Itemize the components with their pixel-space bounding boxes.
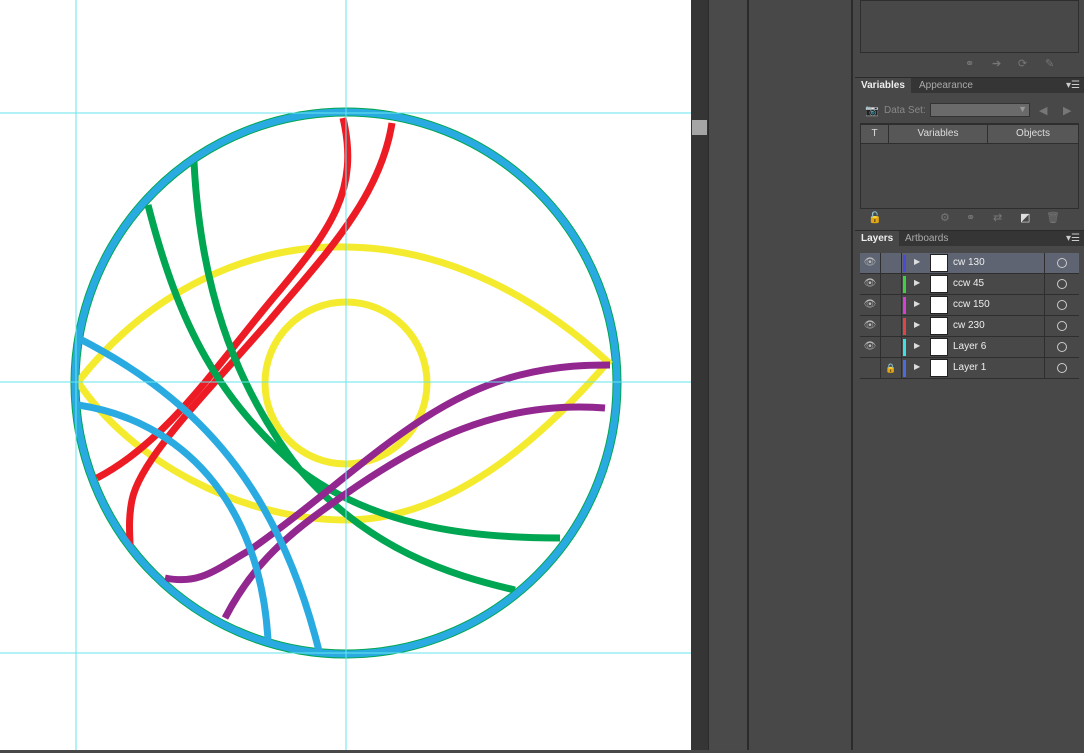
scrollbar-thumb[interactable] [692, 120, 707, 135]
layer-color [903, 276, 906, 293]
layer-color [903, 255, 906, 272]
link-icon[interactable]: ⚭ [965, 57, 974, 70]
layer-thumbnail [930, 338, 948, 356]
lock-icon[interactable]: 🔓 [868, 211, 882, 224]
target-button[interactable] [1044, 295, 1079, 316]
expand-arrow-icon[interactable]: ▶ [914, 341, 920, 350]
data-set-label: Data Set: [884, 105, 926, 116]
delete-icon[interactable]: 🗑 [1046, 211, 1060, 224]
visibility-toggle[interactable]: 👁 [860, 295, 881, 316]
layer-row[interactable]: 👁 ▶ cw 130 [860, 253, 1079, 274]
expand-arrow-icon[interactable]: ▶ [914, 320, 920, 329]
layer-thumbnail [930, 254, 948, 272]
red-stroke-2 [126, 122, 396, 546]
layer-color [903, 360, 906, 377]
layer-thumbnail [930, 359, 948, 377]
target-button[interactable] [1044, 337, 1079, 358]
collapsed-panel-dock [708, 0, 749, 750]
expand-arrow-icon[interactable]: ▶ [914, 362, 920, 371]
layer-thumbnail [930, 296, 948, 314]
data-set-select[interactable]: ▼ [930, 103, 1030, 117]
layer-name[interactable]: Layer 1 [953, 362, 986, 373]
lock-toggle[interactable]: 🔒 [881, 358, 902, 379]
layer-row[interactable]: 👁 ▶ ccw 150 [860, 295, 1079, 316]
artboard-canvas[interactable] [0, 0, 691, 750]
tab-variables[interactable]: Variables [855, 78, 911, 94]
variables-tabbar: Variables Appearance ▾☰ [855, 77, 1084, 94]
column-type[interactable]: T [860, 124, 889, 144]
target-circle-icon [1057, 342, 1067, 352]
visibility-toggle[interactable] [860, 358, 881, 379]
layer-name[interactable]: cw 230 [953, 320, 985, 331]
column-objects[interactable]: Objects [987, 124, 1079, 144]
target-circle-icon [1057, 279, 1067, 289]
guides [0, 0, 691, 750]
chevron-down-icon: ▼ [1018, 104, 1027, 114]
lock-toggle[interactable] [881, 295, 902, 316]
layer-row[interactable]: 🔒 ▶ Layer 1 [860, 358, 1079, 379]
column-variables[interactable]: Variables [888, 124, 988, 144]
layer-name[interactable]: cw 130 [953, 257, 985, 268]
panel-menu-icon[interactable]: ▾☰ [1066, 80, 1080, 91]
lock-toggle[interactable] [881, 253, 902, 274]
layer-name[interactable]: ccw 45 [953, 278, 984, 289]
layer-name[interactable]: Layer 6 [953, 341, 986, 352]
layers-tabbar: Layers Artboards ▾☰ [855, 230, 1084, 247]
target-button[interactable] [1044, 274, 1079, 295]
layer-color [903, 318, 906, 335]
layer-row[interactable]: 👁 ▶ Layer 6 [860, 337, 1079, 358]
panel-dock-empty [751, 0, 853, 750]
update-link-icon[interactable]: ⟳ [1018, 57, 1027, 70]
lock-toggle[interactable] [881, 274, 902, 295]
layer-name[interactable]: ccw 150 [953, 299, 990, 310]
visibility-toggle[interactable]: 👁 [860, 274, 881, 295]
blue-stroke-2 [77, 401, 272, 641]
unbind-variable-icon[interactable]: ⇄ [993, 211, 1002, 224]
target-circle-icon [1057, 300, 1067, 310]
target-button[interactable] [1044, 253, 1079, 274]
vertical-scrollbar[interactable] [691, 0, 708, 750]
lock-toggle[interactable] [881, 316, 902, 337]
tab-appearance[interactable]: Appearance [913, 78, 979, 94]
target-circle-icon [1057, 258, 1067, 268]
target-button[interactable] [1044, 358, 1079, 379]
target-circle-icon [1057, 363, 1067, 373]
links-panel-body [860, 0, 1079, 53]
camera-icon[interactable]: 📷 [865, 104, 879, 117]
goto-link-icon[interactable]: ➔ [992, 57, 1001, 70]
layer-color [903, 297, 906, 314]
edit-original-icon[interactable]: ✎ [1045, 57, 1054, 70]
layer-color [903, 339, 906, 356]
expand-arrow-icon[interactable]: ▶ [914, 278, 920, 287]
artwork [0, 0, 691, 750]
capture-data-set-icon[interactable]: ⚙ [940, 211, 950, 224]
panel-menu-icon[interactable]: ▾☰ [1066, 233, 1080, 244]
expand-arrow-icon[interactable]: ▶ [914, 257, 920, 266]
make-dynamic-icon[interactable]: ⚭ [966, 211, 975, 224]
tab-artboards[interactable]: Artboards [899, 231, 954, 247]
expand-arrow-icon[interactable]: ▶ [914, 299, 920, 308]
layer-thumbnail [930, 317, 948, 335]
layer-row[interactable]: 👁 ▶ ccw 45 [860, 274, 1079, 295]
layer-row[interactable]: 👁 ▶ cw 230 [860, 316, 1079, 337]
visibility-toggle[interactable]: 👁 [860, 253, 881, 274]
tab-layers[interactable]: Layers [855, 231, 900, 247]
previous-data-set-icon[interactable]: ◀ [1039, 104, 1047, 117]
panel-area: ⚭ ➔ ⟳ ✎ Variables Appearance ▾☰ 📷 Data S… [855, 0, 1084, 750]
visibility-toggle[interactable]: 👁 [860, 337, 881, 358]
next-data-set-icon[interactable]: ▶ [1063, 104, 1071, 117]
target-circle-icon [1057, 321, 1067, 331]
target-button[interactable] [1044, 316, 1079, 337]
lock-toggle[interactable] [881, 337, 902, 358]
layer-thumbnail [930, 275, 948, 293]
new-variable-icon[interactable]: ◩ [1020, 211, 1030, 224]
visibility-toggle[interactable]: 👁 [860, 316, 881, 337]
